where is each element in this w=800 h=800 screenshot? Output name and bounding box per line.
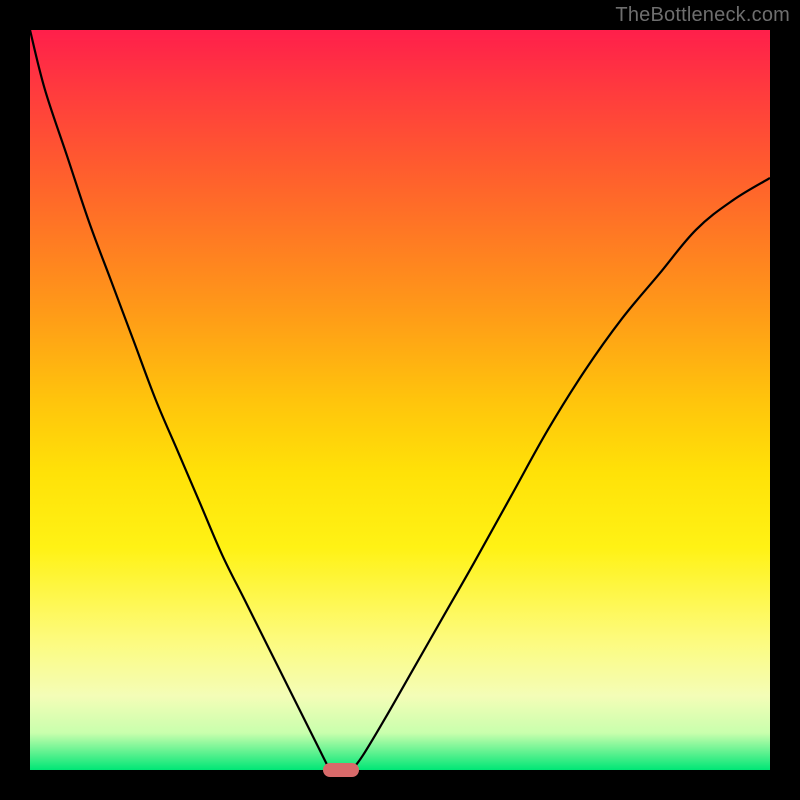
chart-frame: TheBottleneck.com xyxy=(0,0,800,800)
watermark-text: TheBottleneck.com xyxy=(615,4,790,27)
curve-left xyxy=(30,30,330,770)
curve-svg xyxy=(30,30,770,770)
curve-right xyxy=(352,178,770,770)
min-marker xyxy=(323,763,359,777)
plot-area xyxy=(30,30,770,770)
